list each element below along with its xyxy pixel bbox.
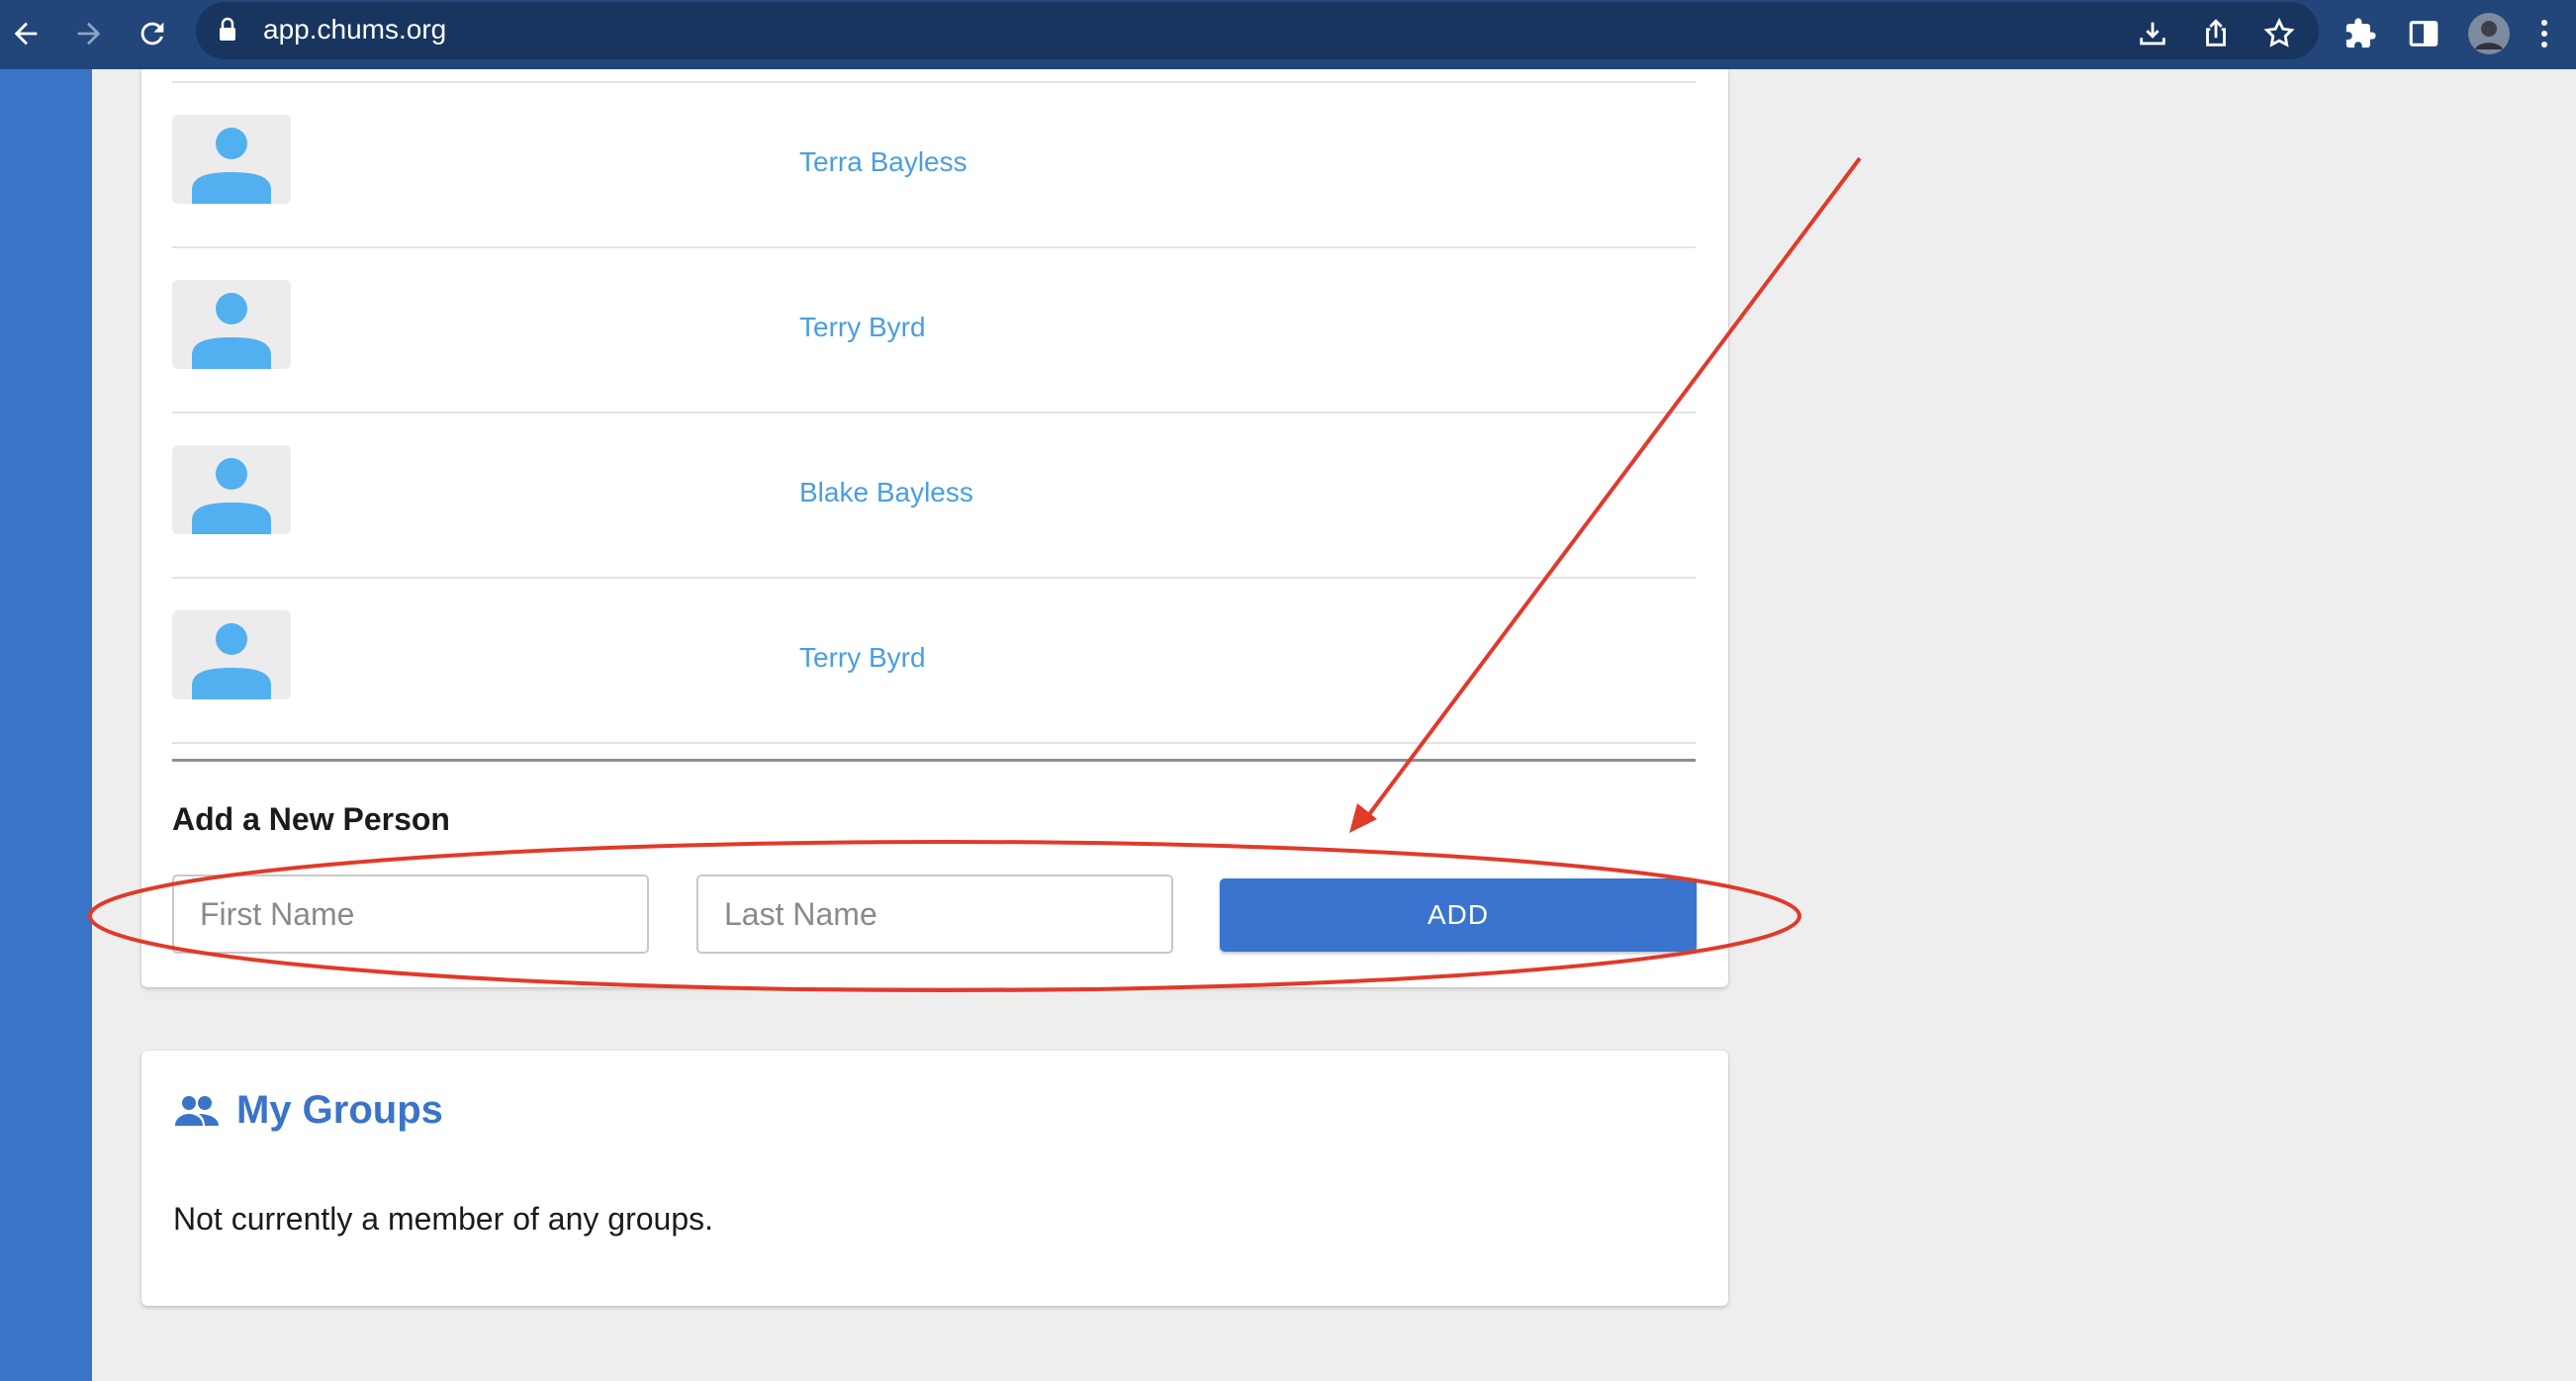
groups-card: My Groups Not currently a member of any … (141, 1051, 1728, 1306)
last-name-input[interactable] (696, 875, 1173, 954)
browser-toolbar: app.chums.org (0, 0, 2576, 69)
first-name-input[interactable] (172, 875, 649, 954)
back-arrow-icon[interactable] (0, 8, 51, 59)
download-icon[interactable] (2127, 8, 2178, 59)
add-person-title: Add a New Person (172, 801, 450, 837)
member-name-link[interactable]: Terry Byrd (799, 642, 926, 674)
forward-arrow-icon[interactable] (63, 8, 115, 59)
member-name-link[interactable]: Terry Byrd (799, 312, 926, 343)
people-icon (173, 1092, 221, 1137)
address-bar[interactable]: app.chums.org (196, 2, 2319, 59)
member-row[interactable]: Terra Bayless (172, 81, 1696, 245)
member-row[interactable]: Blake Bayless (172, 412, 1696, 576)
list-divider (172, 742, 1696, 744)
groups-title: My Groups (236, 1088, 443, 1132)
lock-icon (218, 17, 237, 47)
extensions-icon[interactable] (2335, 8, 2386, 59)
member-name-link[interactable]: Blake Bayless (799, 477, 973, 508)
add-button[interactable]: ADD (1220, 878, 1697, 952)
member-row[interactable]: Terry Byrd (172, 577, 1696, 741)
avatar[interactable] (172, 280, 291, 369)
avatar[interactable] (172, 115, 291, 204)
left-nav-strip (0, 69, 92, 1381)
reload-icon[interactable] (127, 8, 178, 59)
url-text: app.chums.org (263, 14, 447, 45)
member-row[interactable]: Terry Byrd (172, 246, 1696, 411)
share-icon[interactable] (2190, 8, 2242, 59)
avatar[interactable] (172, 445, 291, 534)
groups-empty-text: Not currently a member of any groups. (173, 1201, 714, 1237)
star-icon[interactable] (2254, 8, 2305, 59)
profile-avatar[interactable] (2463, 8, 2515, 59)
member-name-link[interactable]: Terra Bayless (799, 146, 967, 178)
side-panel-icon[interactable] (2398, 8, 2449, 59)
avatar[interactable] (172, 610, 291, 699)
menu-dots-icon[interactable] (2525, 8, 2564, 59)
list-end-divider (172, 759, 1696, 762)
